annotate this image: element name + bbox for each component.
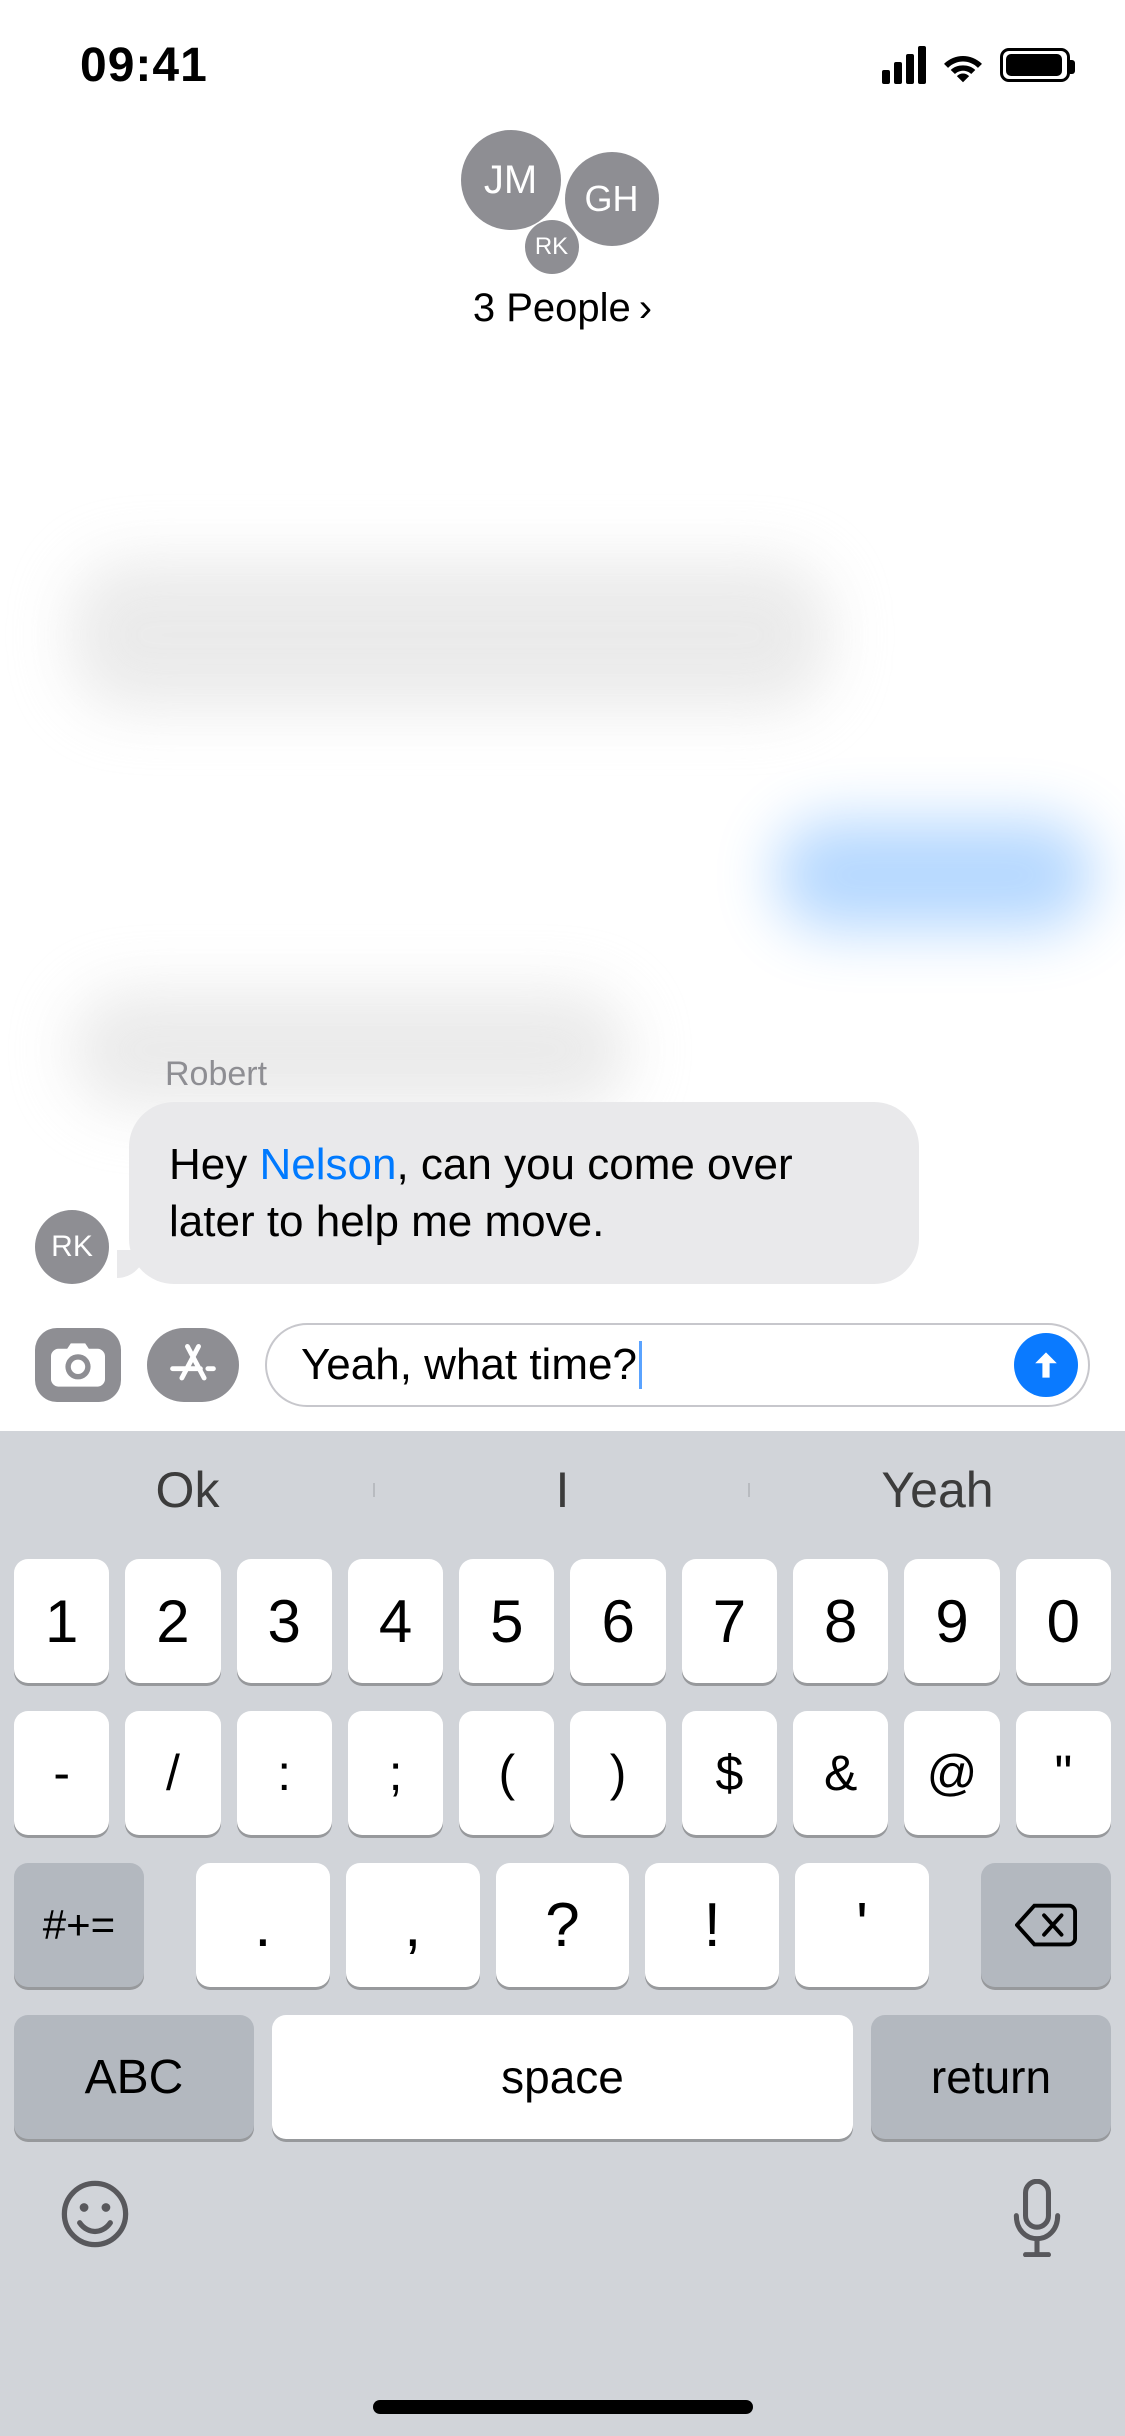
microphone-icon (1009, 2179, 1065, 2257)
avatar: RK (525, 220, 579, 274)
avatar: GH (565, 152, 659, 246)
appstore-icon (167, 1339, 219, 1391)
keyboard-row: #+= . , ? ! ' (14, 1863, 1111, 1987)
key[interactable]: 6 (570, 1559, 665, 1683)
prediction-suggestion[interactable]: I (375, 1461, 750, 1519)
key[interactable]: ? (496, 1863, 630, 1987)
avatar: RK (35, 1210, 109, 1284)
keyboard: Ok I Yeah 1 2 3 4 5 6 7 8 9 0 - / : ; (0, 1431, 1125, 2436)
key[interactable]: 9 (904, 1559, 999, 1683)
key[interactable]: 2 (125, 1559, 220, 1683)
text-cursor (639, 1341, 642, 1389)
status-icons (882, 46, 1070, 84)
camera-button[interactable] (35, 1328, 121, 1402)
send-button[interactable] (1014, 1333, 1078, 1397)
prediction-suggestion[interactable]: Ok (0, 1461, 375, 1519)
key[interactable]: . (196, 1863, 330, 1987)
previous-messages-blurred (0, 390, 1125, 876)
key[interactable]: , (346, 1863, 480, 1987)
message-text: Hey (169, 1140, 259, 1189)
return-key[interactable]: return (871, 2015, 1111, 2139)
key[interactable]: ( (459, 1711, 554, 1835)
key[interactable]: 5 (459, 1559, 554, 1683)
camera-icon (51, 1343, 105, 1387)
key[interactable]: / (125, 1711, 220, 1835)
avatar: JM (461, 130, 561, 230)
message-input-value: Yeah, what time? (301, 1340, 637, 1390)
status-time: 09:41 (80, 38, 208, 93)
app-drawer-button[interactable] (147, 1328, 239, 1402)
key[interactable]: 4 (348, 1559, 443, 1683)
cellular-signal-icon (882, 46, 926, 84)
group-avatar-cluster: JM GH RK (433, 130, 693, 280)
space-key[interactable]: space (272, 2015, 853, 2139)
conversation-title-label: 3 People (473, 286, 631, 331)
conversation-header[interactable]: JM GH RK 3 People › (0, 130, 1125, 390)
wifi-icon (940, 47, 986, 83)
key[interactable]: - (14, 1711, 109, 1835)
status-bar: 09:41 (0, 0, 1125, 130)
dictation-button[interactable] (1009, 2179, 1065, 2262)
key[interactable]: ' (795, 1863, 929, 1987)
home-indicator[interactable] (373, 2400, 753, 2414)
letters-switch-key[interactable]: ABC (14, 2015, 254, 2139)
key[interactable]: ! (645, 1863, 779, 1987)
key[interactable]: $ (682, 1711, 777, 1835)
message-bubble[interactable]: Hey Nelson, can you come over later to h… (129, 1102, 919, 1284)
key[interactable]: @ (904, 1711, 999, 1835)
keyboard-row: 1 2 3 4 5 6 7 8 9 0 (14, 1559, 1111, 1683)
key[interactable]: 0 (1016, 1559, 1111, 1683)
smiley-icon (60, 2179, 130, 2249)
conversation-title[interactable]: 3 People › (0, 286, 1125, 331)
prediction-suggestion[interactable]: Yeah (750, 1461, 1125, 1519)
backspace-key[interactable] (981, 1863, 1111, 1987)
message-input[interactable]: Yeah, what time? (265, 1323, 1090, 1407)
arrow-up-icon (1028, 1347, 1064, 1383)
message-row: Robert RK Hey Nelson, can you come over … (35, 1055, 1090, 1284)
key[interactable]: 7 (682, 1559, 777, 1683)
key[interactable]: " (1016, 1711, 1111, 1835)
key[interactable]: 3 (237, 1559, 332, 1683)
key[interactable]: ; (348, 1711, 443, 1835)
backspace-icon (1015, 1903, 1077, 1947)
compose-bar: Yeah, what time? (0, 1310, 1125, 1420)
keyboard-row: ABC space return (14, 2015, 1111, 2139)
chevron-right-icon: › (639, 286, 652, 331)
key[interactable]: & (793, 1711, 888, 1835)
key[interactable]: 1 (14, 1559, 109, 1683)
key[interactable]: ) (570, 1711, 665, 1835)
key[interactable]: 8 (793, 1559, 888, 1683)
keyboard-row: - / : ; ( ) $ & @ " (14, 1711, 1111, 1835)
symbols-switch-key[interactable]: #+= (14, 1863, 144, 1987)
prediction-bar: Ok I Yeah (0, 1431, 1125, 1549)
mention-link[interactable]: Nelson (259, 1140, 396, 1189)
key[interactable]: : (237, 1711, 332, 1835)
message-sender-label: Robert (165, 1055, 1090, 1094)
battery-icon (1000, 48, 1070, 82)
emoji-button[interactable] (60, 2179, 130, 2254)
